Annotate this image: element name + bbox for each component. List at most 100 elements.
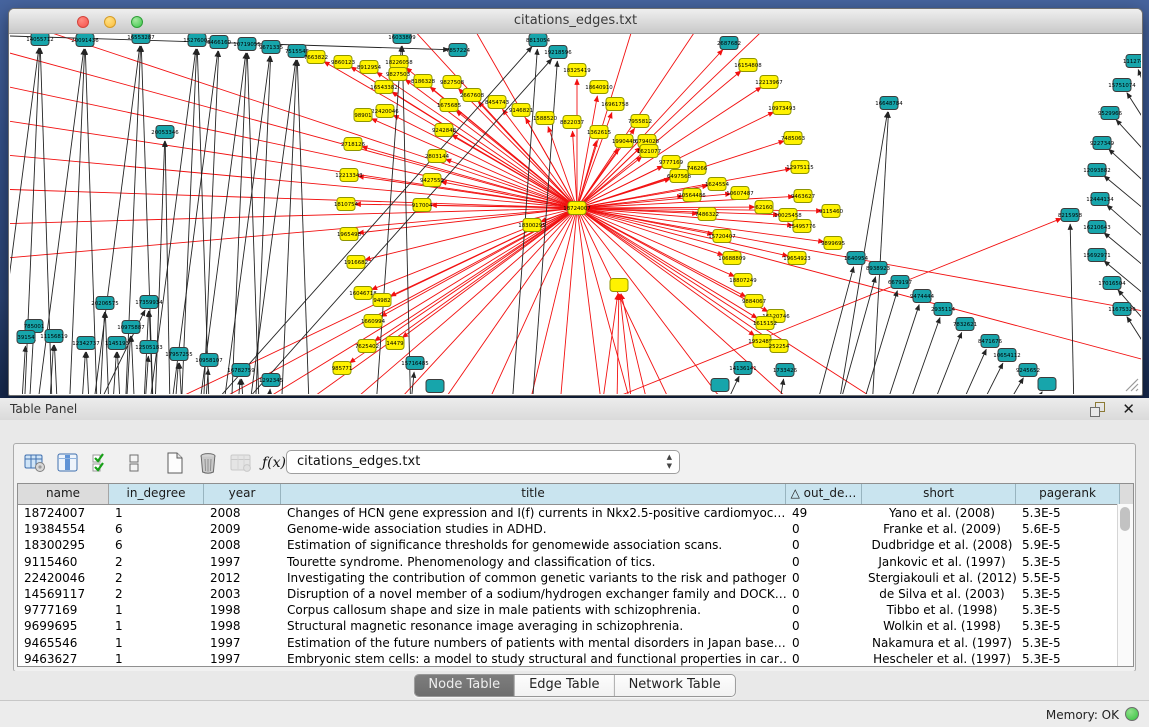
new-document-icon[interactable] bbox=[160, 449, 190, 477]
graph-node[interactable] bbox=[426, 380, 444, 393]
graph-edge bbox=[1107, 205, 1141, 243]
graph-edge bbox=[801, 267, 854, 394]
graph-node-label: 62160 bbox=[755, 205, 773, 211]
table-cell-year: 1997 bbox=[204, 651, 281, 667]
import-table-icon[interactable] bbox=[226, 449, 256, 477]
graph-node-label: 1588520 bbox=[533, 116, 558, 122]
graph-node-label: 8471676 bbox=[978, 339, 1003, 345]
table-row[interactable]: 1872400712008Changes of HCN gene express… bbox=[18, 505, 1133, 521]
graph-node-label: 9245652 bbox=[1016, 368, 1040, 374]
graph-edge bbox=[1138, 69, 1141, 101]
graph-node[interactable] bbox=[610, 279, 628, 292]
show-columns-icon[interactable] bbox=[53, 449, 83, 477]
float-panel-icon[interactable] bbox=[1090, 402, 1105, 417]
graph-node-label: 10607487 bbox=[726, 191, 753, 197]
memory-status-indicator[interactable] bbox=[1125, 707, 1139, 721]
network-canvas[interactable]: 1872400718300295140557122009143616553287… bbox=[10, 34, 1141, 394]
graph-edge bbox=[888, 317, 940, 394]
graph-node-label: 9529966 bbox=[1098, 111, 1123, 117]
delete-trash-icon[interactable] bbox=[193, 449, 223, 477]
table-cell-year: 2009 bbox=[204, 521, 281, 537]
close-panel-icon[interactable]: ✕ bbox=[1122, 400, 1135, 418]
column-header-short[interactable]: short bbox=[862, 484, 1016, 504]
graph-edge bbox=[201, 51, 219, 394]
table-cell-in_degree: 1 bbox=[109, 651, 204, 667]
graph-node-label: 16154808 bbox=[734, 63, 762, 69]
graph-node-label: 1292345 bbox=[259, 378, 283, 384]
graph-node-label: 1990448 bbox=[612, 139, 637, 145]
table-cell-pagerank: 5.6E-5 bbox=[1016, 521, 1120, 537]
graph-edge bbox=[620, 294, 638, 394]
graph-node-label: 9827508 bbox=[440, 80, 465, 86]
table-cell-title: Corpus callosum shape and size in male p… bbox=[281, 602, 786, 618]
graph-edge bbox=[1116, 120, 1141, 157]
table-select-dropdown[interactable]: citations_edges.txt ▲▼ bbox=[286, 450, 680, 474]
table-cell-short: de Silva et al. (2003) bbox=[862, 586, 1016, 602]
graph-edge bbox=[577, 208, 755, 336]
graph-edge bbox=[616, 294, 619, 394]
graph-node-label: 14479 bbox=[386, 341, 404, 347]
graph-edge bbox=[577, 208, 610, 394]
tab-node-table[interactable]: Node Table bbox=[414, 675, 515, 696]
graph-edge bbox=[1127, 93, 1141, 129]
graph-edge bbox=[86, 352, 92, 394]
graph-node-label: 746266 bbox=[687, 166, 708, 172]
graph-edge bbox=[46, 345, 53, 394]
graph-node-label: 7857224 bbox=[446, 48, 471, 54]
select-checked-icon[interactable] bbox=[86, 449, 116, 477]
function-builder-icon[interactable]: ƒ(x) bbox=[259, 449, 289, 477]
graph-node-label: 8822037 bbox=[560, 120, 584, 126]
graph-node-label: 1615152 bbox=[753, 321, 777, 327]
citation-graph[interactable]: 1872400718300295140557122009143616553287… bbox=[10, 34, 1141, 394]
graph-node-label: 17016504 bbox=[1098, 281, 1126, 287]
table-cell-short: Yano et al. (2008) bbox=[862, 505, 1016, 521]
scrollbar-thumb[interactable] bbox=[1120, 507, 1130, 531]
column-header-name[interactable]: name bbox=[18, 484, 109, 504]
column-header-pagerank[interactable]: pagerank bbox=[1016, 484, 1120, 504]
canvas-resize-grip[interactable] bbox=[1126, 379, 1138, 391]
graph-edge bbox=[577, 208, 960, 394]
table-row[interactable]: 946554611997Estimation of the future num… bbox=[18, 635, 1133, 651]
network-window-titlebar[interactable]: citations_edges.txt bbox=[9, 9, 1142, 34]
tab-network-table[interactable]: Network Table bbox=[615, 675, 735, 696]
column-header-year[interactable]: year bbox=[204, 484, 281, 504]
graph-edge bbox=[153, 141, 165, 394]
graph-node[interactable] bbox=[1038, 378, 1056, 391]
table-cell-year: 1998 bbox=[204, 618, 281, 634]
table-row[interactable]: 969969511998Structural magnetic resonanc… bbox=[18, 618, 1133, 634]
graph-node-label: 20053346 bbox=[151, 130, 179, 136]
table-settings-icon[interactable] bbox=[20, 449, 50, 477]
graph-node-label: 12975115 bbox=[786, 165, 813, 171]
table-tabs-bar: Node TableEdge TableNetwork Table bbox=[0, 671, 1149, 700]
table-row[interactable]: 2242004622012Investigating the contribut… bbox=[18, 570, 1133, 586]
table-row[interactable]: 1938455462009Genome-wide association stu… bbox=[18, 521, 1133, 537]
column-header-title[interactable]: title bbox=[281, 484, 786, 504]
table-vertical-scrollbar[interactable] bbox=[1117, 504, 1133, 666]
network-view-window[interactable]: citations_edges.txt 18724007183002951405… bbox=[8, 8, 1143, 396]
table-cell-in_degree: 6 bbox=[109, 521, 204, 537]
graph-node-label: 8813054 bbox=[526, 38, 551, 44]
column-header-out_de[interactable]: △ out_de… bbox=[786, 484, 862, 504]
table-row[interactable]: 1456911722003Disruption of a novel membe… bbox=[18, 586, 1133, 602]
table-panel-title: Table Panel bbox=[10, 402, 77, 416]
tab-edge-table[interactable]: Edge Table bbox=[515, 675, 614, 696]
table-row[interactable]: 1830029562008Estimation of significance … bbox=[18, 537, 1133, 553]
graph-node-label: 10688809 bbox=[718, 256, 746, 262]
graph-node[interactable] bbox=[711, 379, 729, 392]
table-row[interactable]: 977716911998Corpus callosum shape and si… bbox=[18, 602, 1133, 618]
graph-node-label: 10654112 bbox=[993, 353, 1020, 359]
graph-node-label: 16543382 bbox=[370, 85, 397, 91]
graph-node-label: 16782759 bbox=[227, 368, 255, 374]
table-cell-title: Structural magnetic resonance image aver… bbox=[281, 618, 786, 634]
table-cell-title: Investigating the contribution of common… bbox=[281, 570, 786, 586]
graph-edge bbox=[867, 305, 919, 394]
graph-edge bbox=[845, 291, 897, 394]
column-header-in_degree[interactable]: in_degree bbox=[109, 484, 204, 504]
graph-edge bbox=[97, 312, 105, 394]
graph-edge bbox=[770, 379, 784, 394]
table-row[interactable]: 911546021997Tourette syndrome. Phenomeno… bbox=[18, 554, 1133, 570]
graph-node-label: 9463627 bbox=[791, 194, 815, 200]
row-height-icon[interactable] bbox=[119, 449, 149, 477]
table-row[interactable]: 946362711997Embryonic stem cells: a mode… bbox=[18, 651, 1133, 667]
graph-edge bbox=[371, 119, 577, 208]
